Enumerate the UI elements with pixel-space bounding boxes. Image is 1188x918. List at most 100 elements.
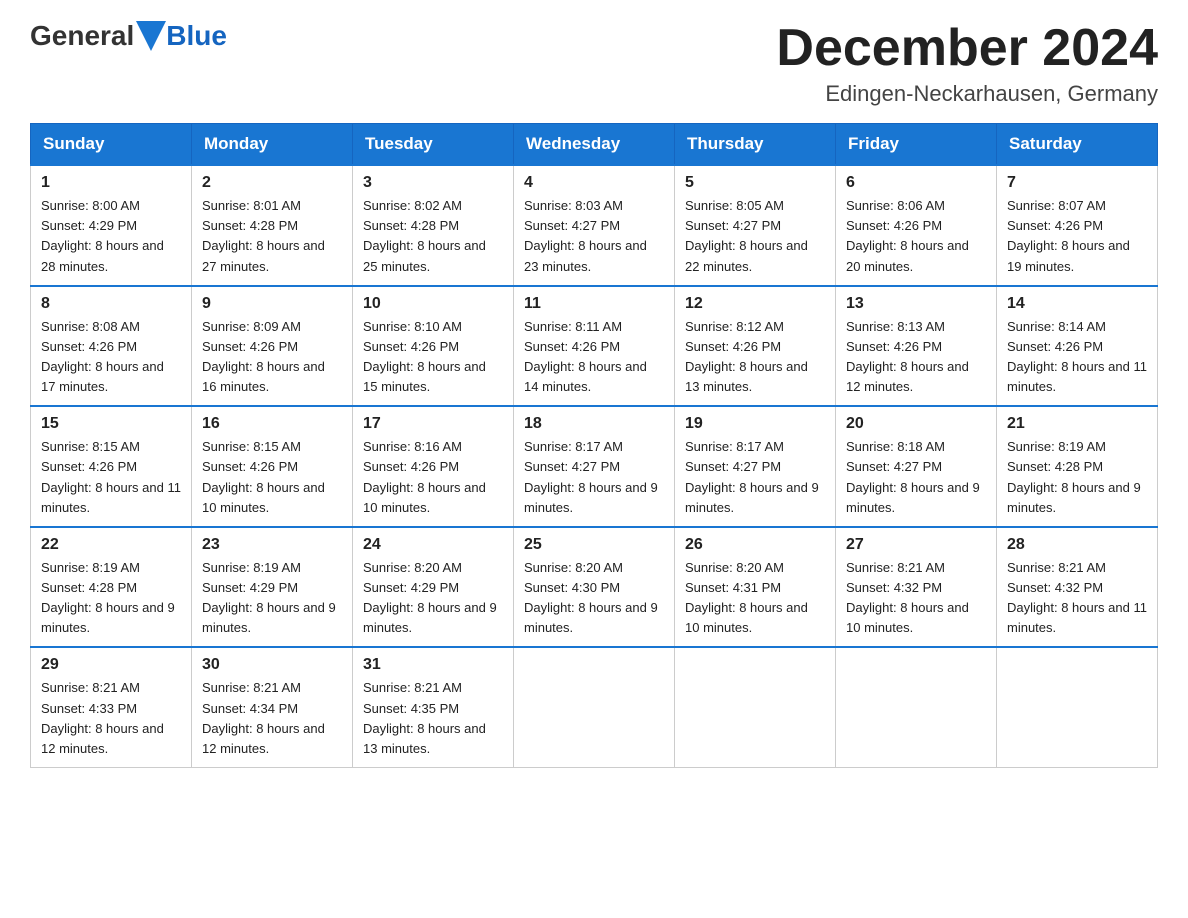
day-info: Sunrise: 8:21 AMSunset: 4:32 PMDaylight:… <box>1007 558 1147 639</box>
calendar-cell: 26Sunrise: 8:20 AMSunset: 4:31 PMDayligh… <box>675 527 836 648</box>
calendar-cell: 1Sunrise: 8:00 AMSunset: 4:29 PMDaylight… <box>31 165 192 286</box>
calendar-cell: 9 Sunrise: 8:09 AMSunset: 4:26 PMDaylight… <box>192 286 353 407</box>
day-number: 30 <box>202 656 342 674</box>
day-number: 21 <box>1007 415 1147 433</box>
calendar-cell: 16 Sunrise: 8:15 AMSunset: 4:26 PMDayligh… <box>192 406 353 527</box>
day-info: Sunrise: 8:19 AMSunset: 4:28 PMDaylight:… <box>1007 437 1147 518</box>
day-number: 4 <box>524 174 664 192</box>
logo-icon <box>136 21 166 51</box>
calendar-cell: 25Sunrise: 8:20 AMSunset: 4:30 PMDayligh… <box>514 527 675 648</box>
calendar-cell: 18Sunrise: 8:17 AMSunset: 4:27 PMDayligh… <box>514 406 675 527</box>
calendar-week-5: 29Sunrise: 8:21 AMSunset: 4:33 PMDayligh… <box>31 647 1158 767</box>
header-day-wednesday: Wednesday <box>514 124 675 166</box>
header-day-monday: Monday <box>192 124 353 166</box>
day-number: 10 <box>363 295 503 313</box>
calendar-week-1: 1Sunrise: 8:00 AMSunset: 4:29 PMDaylight… <box>31 165 1158 286</box>
day-info: Sunrise: 8:15 AMSunset: 4:26 PMDaylight:… <box>202 437 342 518</box>
day-number: 27 <box>846 536 986 554</box>
day-info: Sunrise: 8:14 AMSunset: 4:26 PMDaylight:… <box>1007 317 1147 398</box>
day-number: 3 <box>363 174 503 192</box>
day-info: Sunrise: 8:13 AMSunset: 4:26 PMDaylight:… <box>846 317 986 398</box>
calendar-cell: 27 Sunrise: 8:21 AMSunset: 4:32 PMDayligh… <box>836 527 997 648</box>
day-number: 14 <box>1007 295 1147 313</box>
day-info: Sunrise: 8:02 AMSunset: 4:28 PMDaylight:… <box>363 196 503 277</box>
day-info: Sunrise: 8:08 AMSunset: 4:26 PMDaylight:… <box>41 317 181 398</box>
day-number: 15 <box>41 415 181 433</box>
calendar-cell: 31 Sunrise: 8:21 AMSunset: 4:35 PMDayligh… <box>353 647 514 767</box>
day-info: Sunrise: 8:17 AMSunset: 4:27 PMDaylight:… <box>685 437 825 518</box>
month-title: December 2024 <box>776 20 1158 77</box>
day-number: 28 <box>1007 536 1147 554</box>
calendar-cell: 20 Sunrise: 8:18 AMSunset: 4:27 PMDayligh… <box>836 406 997 527</box>
day-number: 23 <box>202 536 342 554</box>
calendar-cell: 14 Sunrise: 8:14 AMSunset: 4:26 PMDayligh… <box>997 286 1158 407</box>
day-info: Sunrise: 8:16 AMSunset: 4:26 PMDaylight:… <box>363 437 503 518</box>
day-info: Sunrise: 8:21 AMSunset: 4:34 PMDaylight:… <box>202 678 342 759</box>
calendar-cell: 7Sunrise: 8:07 AMSunset: 4:26 PMDaylight… <box>997 165 1158 286</box>
calendar-cell: 30 Sunrise: 8:21 AMSunset: 4:34 PMDayligh… <box>192 647 353 767</box>
day-info: Sunrise: 8:18 AMSunset: 4:27 PMDaylight:… <box>846 437 986 518</box>
logo-blue-text: Blue <box>166 20 227 52</box>
day-number: 11 <box>524 295 664 313</box>
calendar-cell: 4 Sunrise: 8:03 AMSunset: 4:27 PMDaylight… <box>514 165 675 286</box>
day-info: Sunrise: 8:19 AMSunset: 4:29 PMDaylight:… <box>202 558 342 639</box>
calendar-cell: 19 Sunrise: 8:17 AMSunset: 4:27 PMDayligh… <box>675 406 836 527</box>
calendar-cell: 15 Sunrise: 8:15 AMSunset: 4:26 PMDayligh… <box>31 406 192 527</box>
day-number: 31 <box>363 656 503 674</box>
day-number: 22 <box>41 536 181 554</box>
day-info: Sunrise: 8:15 AMSunset: 4:26 PMDaylight:… <box>41 437 181 518</box>
calendar-cell: 5Sunrise: 8:05 AMSunset: 4:27 PMDaylight… <box>675 165 836 286</box>
calendar-week-3: 15 Sunrise: 8:15 AMSunset: 4:26 PMDayligh… <box>31 406 1158 527</box>
day-info: Sunrise: 8:20 AMSunset: 4:29 PMDaylight:… <box>363 558 503 639</box>
day-info: Sunrise: 8:01 AMSunset: 4:28 PMDaylight:… <box>202 196 342 277</box>
header-day-saturday: Saturday <box>997 124 1158 166</box>
day-number: 20 <box>846 415 986 433</box>
calendar-cell: 28 Sunrise: 8:21 AMSunset: 4:32 PMDayligh… <box>997 527 1158 648</box>
day-info: Sunrise: 8:00 AMSunset: 4:29 PMDaylight:… <box>41 196 181 277</box>
calendar-cell: 13 Sunrise: 8:13 AMSunset: 4:26 PMDayligh… <box>836 286 997 407</box>
day-number: 12 <box>685 295 825 313</box>
calendar-cell: 12 Sunrise: 8:12 AMSunset: 4:26 PMDayligh… <box>675 286 836 407</box>
logo: General Blue <box>30 20 227 52</box>
location-subtitle: Edingen-Neckarhausen, Germany <box>776 81 1158 107</box>
calendar-header: SundayMondayTuesdayWednesdayThursdayFrid… <box>31 124 1158 166</box>
calendar-cell: 17 Sunrise: 8:16 AMSunset: 4:26 PMDayligh… <box>353 406 514 527</box>
calendar-week-4: 22 Sunrise: 8:19 AMSunset: 4:28 PMDayligh… <box>31 527 1158 648</box>
day-number: 25 <box>524 536 664 554</box>
day-number: 17 <box>363 415 503 433</box>
calendar-cell: 6 Sunrise: 8:06 AMSunset: 4:26 PMDaylight… <box>836 165 997 286</box>
header-day-friday: Friday <box>836 124 997 166</box>
calendar-cell: 22 Sunrise: 8:19 AMSunset: 4:28 PMDayligh… <box>31 527 192 648</box>
day-number: 9 <box>202 295 342 313</box>
day-info: Sunrise: 8:21 AMSunset: 4:32 PMDaylight:… <box>846 558 986 639</box>
day-info: Sunrise: 8:05 AMSunset: 4:27 PMDaylight:… <box>685 196 825 277</box>
calendar-cell <box>514 647 675 767</box>
day-info: Sunrise: 8:20 AMSunset: 4:31 PMDaylight:… <box>685 558 825 639</box>
day-info: Sunrise: 8:12 AMSunset: 4:26 PMDaylight:… <box>685 317 825 398</box>
calendar-cell: 29Sunrise: 8:21 AMSunset: 4:33 PMDayligh… <box>31 647 192 767</box>
day-number: 19 <box>685 415 825 433</box>
day-number: 7 <box>1007 174 1147 192</box>
calendar-table: SundayMondayTuesdayWednesdayThursdayFrid… <box>30 123 1158 768</box>
calendar-week-2: 8 Sunrise: 8:08 AMSunset: 4:26 PMDaylight… <box>31 286 1158 407</box>
day-number: 13 <box>846 295 986 313</box>
day-number: 6 <box>846 174 986 192</box>
calendar-cell <box>675 647 836 767</box>
calendar-cell: 8 Sunrise: 8:08 AMSunset: 4:26 PMDaylight… <box>31 286 192 407</box>
day-info: Sunrise: 8:03 AMSunset: 4:27 PMDaylight:… <box>524 196 664 277</box>
calendar-cell: 21 Sunrise: 8:19 AMSunset: 4:28 PMDayligh… <box>997 406 1158 527</box>
day-number: 29 <box>41 656 181 674</box>
day-info: Sunrise: 8:17 AMSunset: 4:27 PMDaylight:… <box>524 437 664 518</box>
header-day-sunday: Sunday <box>31 124 192 166</box>
calendar-cell <box>997 647 1158 767</box>
day-number: 8 <box>41 295 181 313</box>
calendar-cell: 24Sunrise: 8:20 AMSunset: 4:29 PMDayligh… <box>353 527 514 648</box>
calendar-cell: 10Sunrise: 8:10 AMSunset: 4:26 PMDayligh… <box>353 286 514 407</box>
day-info: Sunrise: 8:21 AMSunset: 4:35 PMDaylight:… <box>363 678 503 759</box>
day-number: 16 <box>202 415 342 433</box>
day-info: Sunrise: 8:09 AMSunset: 4:26 PMDaylight:… <box>202 317 342 398</box>
page-header: General Blue December 2024 Edingen-Necka… <box>30 20 1158 107</box>
day-number: 2 <box>202 174 342 192</box>
day-info: Sunrise: 8:19 AMSunset: 4:28 PMDaylight:… <box>41 558 181 639</box>
day-info: Sunrise: 8:06 AMSunset: 4:26 PMDaylight:… <box>846 196 986 277</box>
